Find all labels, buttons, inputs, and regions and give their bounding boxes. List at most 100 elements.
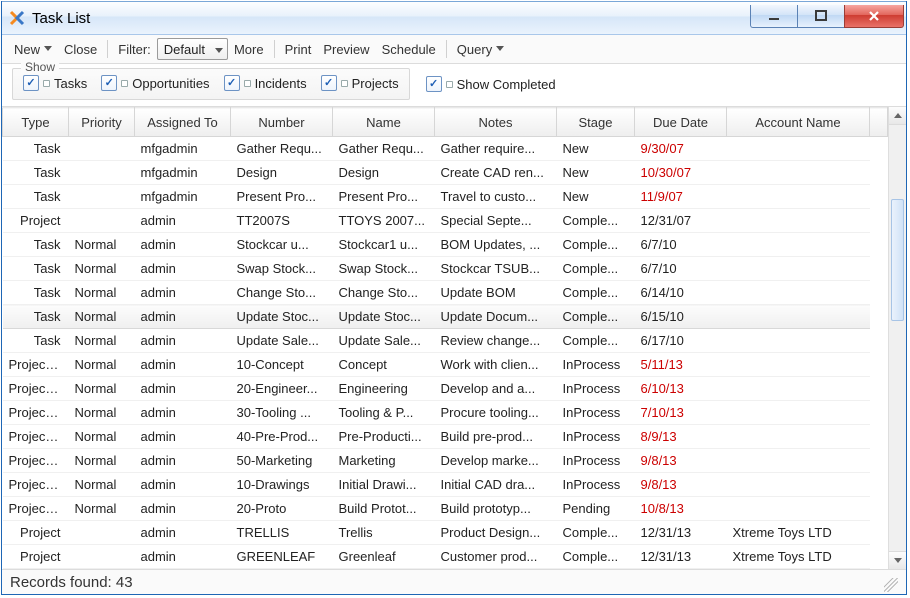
cell: Update Sale... <box>231 329 333 353</box>
cell: Change Sto... <box>231 281 333 305</box>
grid-wrap: Type Priority Assigned To Number Name No… <box>2 106 906 569</box>
schedule-action[interactable]: Schedule <box>376 40 442 59</box>
show-group: Show Tasks Opportunities Incidents Proje… <box>12 68 410 100</box>
checkbox-icon <box>426 76 442 92</box>
cell: Project ... <box>3 473 69 497</box>
cell <box>69 545 135 569</box>
col-due[interactable]: Due Date <box>635 108 727 137</box>
new-label: New <box>14 42 40 57</box>
scroll-track[interactable] <box>889 125 906 551</box>
checkbox-icon <box>23 75 39 91</box>
col-account[interactable]: Account Name <box>727 108 870 137</box>
more-action[interactable]: More <box>228 40 270 59</box>
table-row[interactable]: Project ...Normaladmin20-ProtoBuild Prot… <box>3 497 888 521</box>
tasks-checkbox[interactable]: Tasks <box>23 75 87 91</box>
cell <box>727 305 870 329</box>
cell: Project <box>3 521 69 545</box>
incidents-checkbox[interactable]: Incidents <box>224 75 307 91</box>
table-row[interactable]: Project ...Normaladmin30-Tooling ...Tool… <box>3 401 888 425</box>
app-icon <box>8 9 26 27</box>
cell: BOM Updates, ... <box>435 233 557 257</box>
table-row[interactable]: ProjectadminTT2007STTOYS 2007...Special … <box>3 209 888 233</box>
cell: Update Stoc... <box>333 305 435 329</box>
table-row[interactable]: TaskNormaladminUpdate Sale...Update Sale… <box>3 329 888 353</box>
window-buttons <box>751 6 904 30</box>
dropdown-arrow-icon <box>44 46 52 52</box>
titlebar[interactable]: Task List <box>2 1 906 35</box>
cell: Present Pro... <box>231 185 333 209</box>
table-row[interactable]: TaskNormaladminStockcar u...Stockcar1 u.… <box>3 233 888 257</box>
table-row[interactable]: TaskNormaladminSwap Stock...Swap Stock..… <box>3 257 888 281</box>
opportunities-checkbox[interactable]: Opportunities <box>101 75 209 91</box>
projects-checkbox[interactable]: Projects <box>321 75 399 91</box>
cell: Project <box>3 545 69 569</box>
table-row[interactable]: TaskNormaladminChange Sto...Change Sto..… <box>3 281 888 305</box>
maximize-button[interactable] <box>797 5 845 28</box>
table-row[interactable]: Project ...Normaladmin40-Pre-Prod...Pre-… <box>3 425 888 449</box>
cell: Normal <box>69 497 135 521</box>
query-menu[interactable]: Query <box>451 40 510 59</box>
cell: 6/10/13 <box>635 377 727 401</box>
cell: admin <box>135 209 231 233</box>
scroll-thumb[interactable] <box>891 199 904 321</box>
cell: Normal <box>69 401 135 425</box>
cell: admin <box>135 281 231 305</box>
cell: admin <box>135 305 231 329</box>
cell <box>727 281 870 305</box>
col-notes[interactable]: Notes <box>435 108 557 137</box>
cell: Project <box>3 209 69 233</box>
close-button[interactable] <box>844 5 904 28</box>
cell: Project ... <box>3 425 69 449</box>
cell: Task <box>3 257 69 281</box>
filter-combo[interactable]: Default <box>157 38 228 60</box>
cell: admin <box>135 353 231 377</box>
cell: 10/30/07 <box>635 161 727 185</box>
col-priority[interactable]: Priority <box>69 108 135 137</box>
table-row[interactable]: TaskmfgadminDesignDesignCreate CAD ren..… <box>3 161 888 185</box>
cell: admin <box>135 521 231 545</box>
show-completed-checkbox[interactable]: Show Completed <box>426 76 556 92</box>
table-row[interactable]: Project ...Normaladmin10-ConceptConceptW… <box>3 353 888 377</box>
table-row[interactable]: Project ...Normaladmin20-Engineer...Engi… <box>3 377 888 401</box>
col-assigned[interactable]: Assigned To <box>135 108 231 137</box>
col-type[interactable]: Type <box>3 108 69 137</box>
show-completed-label: Show Completed <box>457 77 556 92</box>
table-row[interactable]: TaskmfgadminGather Requ...Gather Requ...… <box>3 137 888 161</box>
minimize-button[interactable] <box>750 5 798 28</box>
filter-label: Filter: <box>112 40 157 59</box>
table-row[interactable]: Project ...Normaladmin50-MarketingMarket… <box>3 449 888 473</box>
cell: Stockcar u... <box>231 233 333 257</box>
toolbar: New Close Filter: Default More Print Pre… <box>2 35 906 64</box>
new-menu[interactable]: New <box>8 40 58 59</box>
cell: Design <box>333 161 435 185</box>
close-action[interactable]: Close <box>58 40 103 59</box>
cell <box>727 161 870 185</box>
table-row[interactable]: ProjectadminGREENLEAFGreenleafCustomer p… <box>3 545 888 569</box>
scroll-up-arrow-icon[interactable] <box>889 107 906 125</box>
table-row[interactable]: ProjectadminTRELLISTrellisProduct Design… <box>3 521 888 545</box>
col-number[interactable]: Number <box>231 108 333 137</box>
scroll-down-arrow-icon[interactable] <box>889 551 906 569</box>
col-stage[interactable]: Stage <box>557 108 635 137</box>
preview-action[interactable]: Preview <box>317 40 375 59</box>
cell: 5/11/13 <box>635 353 727 377</box>
cell: Greenleaf <box>333 545 435 569</box>
cell: Project ... <box>3 353 69 377</box>
separator <box>107 40 108 58</box>
vertical-scrollbar[interactable] <box>888 107 906 569</box>
window: Task List New Close Filter: Default More… <box>1 1 907 595</box>
table-row[interactable]: TaskmfgadminPresent Pro...Present Pro...… <box>3 185 888 209</box>
cell: Build Protot... <box>333 497 435 521</box>
cell: Comple... <box>557 281 635 305</box>
cell <box>727 425 870 449</box>
cell: 6/17/10 <box>635 329 727 353</box>
table-row[interactable]: TaskNormaladminUpdate Stoc...Update Stoc… <box>3 305 888 329</box>
table-row[interactable]: Project ...Normaladmin10-DrawingsInitial… <box>3 473 888 497</box>
task-grid[interactable]: Type Priority Assigned To Number Name No… <box>2 107 888 569</box>
cell: Comple... <box>557 233 635 257</box>
col-name[interactable]: Name <box>333 108 435 137</box>
resize-grip-icon[interactable] <box>884 578 898 592</box>
records-found: Records found: 43 <box>10 574 133 591</box>
indicator-icon <box>43 80 50 87</box>
print-action[interactable]: Print <box>279 40 318 59</box>
